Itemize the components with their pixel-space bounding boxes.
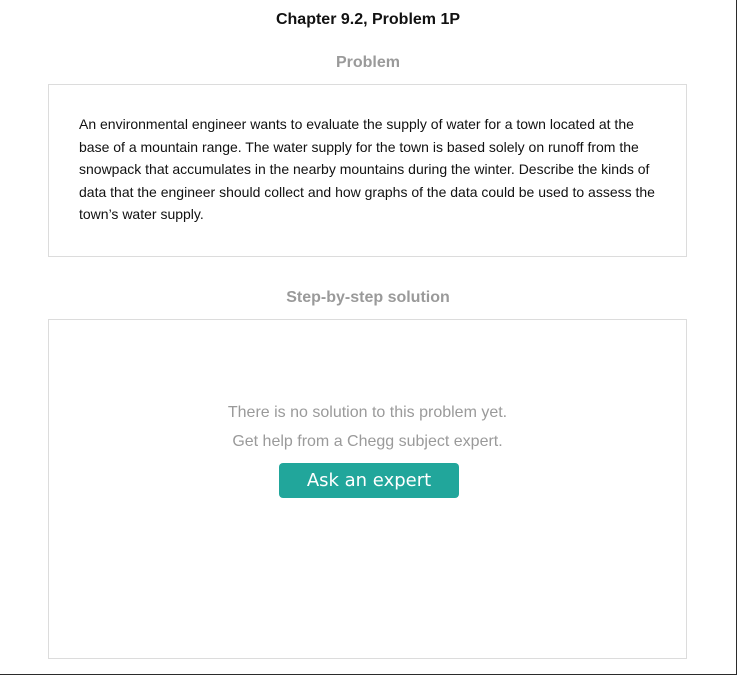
problem-card: An environmental engineer wants to evalu…: [48, 84, 687, 257]
page-frame: Chapter 9.2, Problem 1P Problem An envir…: [0, 0, 737, 675]
problem-text: An environmental engineer wants to evalu…: [79, 116, 655, 222]
solution-card: There is no solution to this problem yet…: [48, 319, 687, 659]
no-solution-line: There is no solution to this problem yet…: [227, 404, 508, 421]
solution-heading: Step-by-step solution: [286, 289, 450, 306]
problem-heading: Problem: [335, 54, 400, 71]
expert-help-line: Get help from a Chegg subject expert.: [232, 433, 503, 450]
chapter-title: Chapter 9.2, Problem 1P: [275, 11, 461, 28]
ask-an-expert-button[interactable]: Ask an expert: [279, 463, 459, 498]
no-solution-message: There is no solution to this problem yet…: [49, 398, 686, 456]
